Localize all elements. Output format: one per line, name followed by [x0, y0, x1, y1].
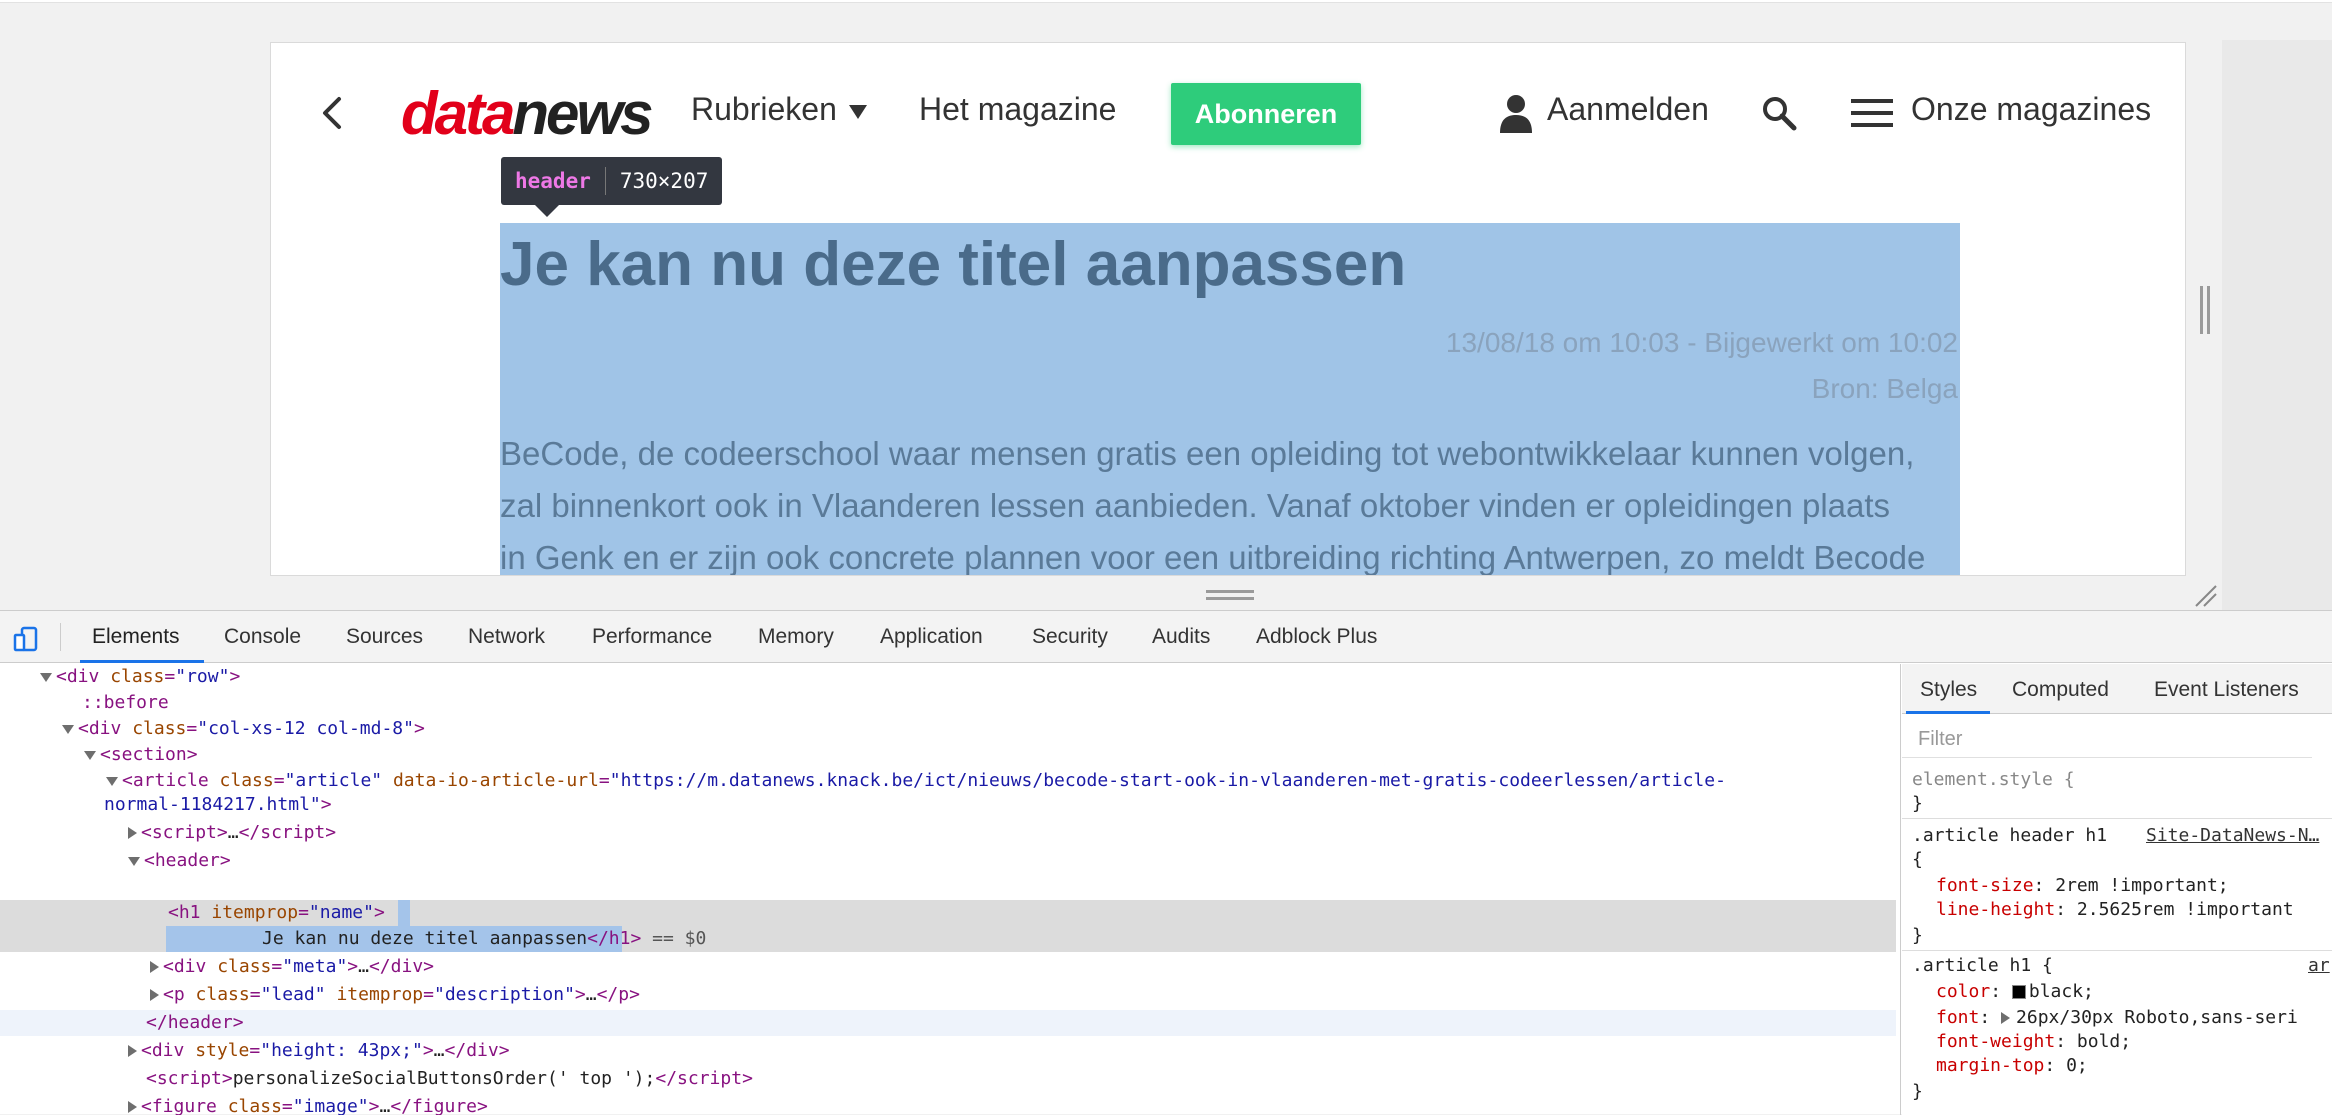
- css-declaration[interactable]: font-size: 2rem !important;: [1936, 874, 2229, 898]
- nav-rubrieken[interactable]: Rubrieken: [691, 91, 837, 128]
- tab-elements[interactable]: Elements: [92, 625, 180, 649]
- caret-down-icon[interactable]: [849, 105, 867, 119]
- dom-node[interactable]: <div style="height: 43px;">…</div>: [128, 1038, 510, 1064]
- rule-selector[interactable]: .article header h1: [1912, 824, 2107, 848]
- tooltip-divider: [604, 167, 606, 195]
- tab-event-listeners[interactable]: Event Listeners: [2154, 678, 2299, 702]
- dom-node[interactable]: </header>: [146, 1010, 244, 1036]
- device-toolbar-icon[interactable]: [12, 625, 40, 653]
- devtools-tabbar: Elements Console Sources Network Perform…: [0, 611, 2332, 663]
- page-viewport: datanews Rubrieken Het magazine Abonnere…: [0, 0, 2332, 610]
- dom-node-selected-text[interactable]: Je kan nu deze titel aanpassen</h1> == $…: [262, 926, 706, 952]
- dom-node[interactable]: <div class="col-xs-12 col-md-8">: [62, 716, 425, 742]
- rule-open: {: [1912, 849, 1923, 870]
- hamburger-menu-icon[interactable]: [1851, 99, 1893, 127]
- rule-close: }: [1912, 925, 1923, 946]
- top-ruler: [0, 0, 2332, 3]
- tab-network[interactable]: Network: [468, 625, 545, 649]
- color-swatch-icon[interactable]: [2011, 985, 2026, 999]
- tab-audits[interactable]: Audits: [1152, 625, 1210, 649]
- nav-onze-magazines[interactable]: Onze magazines: [1911, 91, 2151, 128]
- tooltip-tag: header: [515, 169, 591, 193]
- styles-filter-input[interactable]: Filter: [1902, 722, 2312, 758]
- tab-sources[interactable]: Sources: [346, 625, 423, 649]
- back-chevron-icon[interactable]: [315, 93, 351, 133]
- dom-node[interactable]: normal-1184217.html">: [104, 792, 332, 818]
- tab-security[interactable]: Security: [1032, 625, 1108, 649]
- rule-origin-link[interactable]: Site-DataNews-N…: [2146, 824, 2319, 848]
- article-title: Je kan nu deze titel aanpassen: [500, 230, 1407, 299]
- rule-divider: [1902, 818, 2332, 819]
- article-source: Bron: Belga: [1811, 373, 1958, 404]
- dom-node[interactable]: <header>: [128, 848, 231, 874]
- subscribe-button[interactable]: Abonneren: [1171, 83, 1361, 145]
- active-styles-tab-indicator: [1906, 711, 1990, 714]
- active-tab-indicator: [80, 660, 204, 663]
- dom-node[interactable]: <script>…</script>: [128, 820, 336, 846]
- rule-close: }: [1912, 793, 1923, 814]
- lead-line: zal binnenkort ook in Vlaanderen lessen …: [500, 487, 1891, 524]
- dom-tree: <div class="row"> ::before <div class="c…: [0, 664, 1900, 1115]
- dom-node-selected[interactable]: <h1 itemprop="name">: [168, 900, 385, 926]
- inspector-tooltip: header 730×207: [501, 157, 723, 205]
- styles-tabbar: Styles Computed Event Listeners: [1902, 664, 2332, 714]
- rule-selector[interactable]: .article h1 {: [1912, 954, 2053, 978]
- hovered-node-bg: [0, 1010, 1896, 1036]
- tabbar-divider: [60, 623, 61, 651]
- dom-node[interactable]: <div class="meta">…</div>: [150, 954, 434, 980]
- css-declaration[interactable]: font-weight: bold;: [1936, 1030, 2131, 1054]
- datanews-logo[interactable]: datanews: [401, 79, 653, 148]
- resize-corner-icon[interactable]: [2194, 584, 2218, 608]
- search-icon[interactable]: [1761, 95, 1797, 131]
- tab-console[interactable]: Console: [224, 625, 301, 649]
- dom-node[interactable]: <figure class="image">…</figure>: [128, 1094, 488, 1115]
- tab-application[interactable]: Application: [880, 625, 983, 649]
- dom-node[interactable]: <section>: [84, 742, 198, 768]
- tab-adblock-plus[interactable]: Adblock Plus: [1256, 625, 1377, 649]
- rule-origin-link[interactable]: ar: [2308, 954, 2330, 978]
- tab-styles[interactable]: Styles: [1920, 678, 1977, 702]
- web-page: datanews Rubrieken Het magazine Abonnere…: [270, 42, 2186, 576]
- viewport-resize-handle-right[interactable]: [2200, 286, 2210, 334]
- css-declaration[interactable]: color: black;: [1936, 980, 2094, 1004]
- pane-splitter[interactable]: [1900, 664, 1901, 1115]
- css-declaration[interactable]: margin-top: 0;: [1936, 1054, 2088, 1078]
- styles-pane: Styles Computed Event Listeners Filter e…: [1902, 664, 2332, 1115]
- user-icon[interactable]: [1499, 93, 1533, 133]
- dom-node[interactable]: ::before: [82, 690, 169, 716]
- viewport-resize-handle-bottom[interactable]: [1206, 590, 1254, 600]
- rule-close: }: [1912, 1081, 1923, 1102]
- lead-line: in Genk en er zijn ook concrete plannen …: [500, 539, 1926, 576]
- nav-het-magazine[interactable]: Het magazine: [919, 91, 1116, 128]
- element-style-rule[interactable]: element.style {: [1912, 768, 2075, 792]
- tooltip-size: 730×207: [619, 169, 709, 193]
- dom-node[interactable]: <script>personalizeSocialButtonsOrder(' …: [146, 1066, 753, 1092]
- css-declaration[interactable]: line-height: 2.5625rem !important: [1936, 898, 2294, 922]
- rule-divider: [1902, 950, 2332, 951]
- devtools-panel: Elements Console Sources Network Perform…: [0, 610, 2332, 1115]
- tab-memory[interactable]: Memory: [758, 625, 834, 649]
- lead-line: BeCode, de codeerschool waar mensen grat…: [500, 435, 1915, 472]
- article-date: 13/08/18 om 10:03 - Bijgewerkt om 10:02: [1445, 327, 1958, 358]
- css-declaration[interactable]: font: 26px/30px Roboto,sans-seri: [1936, 1006, 2298, 1030]
- dom-node[interactable]: <div class="row">: [40, 664, 240, 690]
- tooltip-arrow: [535, 205, 559, 217]
- selected-text-highlight: [398, 900, 410, 926]
- login-link[interactable]: Aanmelden: [1547, 91, 1709, 128]
- dom-node[interactable]: <article class="article" data-io-article…: [106, 768, 1726, 794]
- viewport-gutter: [2222, 40, 2332, 610]
- dom-node[interactable]: <p class="lead" itemprop="description">……: [150, 982, 640, 1008]
- tab-performance[interactable]: Performance: [592, 625, 712, 649]
- tab-computed[interactable]: Computed: [2012, 678, 2109, 702]
